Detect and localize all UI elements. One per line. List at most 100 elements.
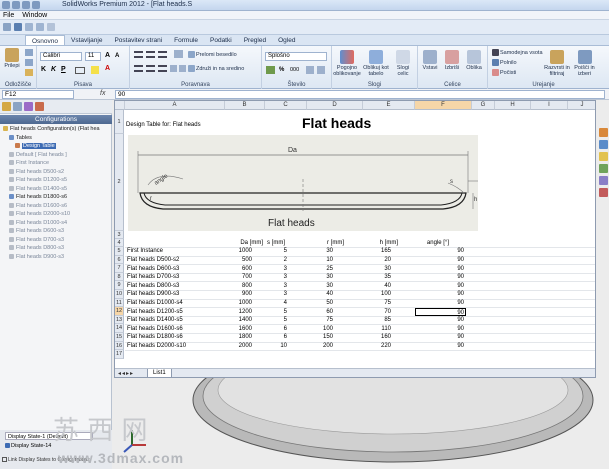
config-tree-item[interactable]: Flat heads D700-s3 <box>9 236 64 245</box>
menu-window[interactable]: Window <box>22 11 47 19</box>
value-cell-r[interactable]: 60 <box>293 308 333 316</box>
dimxpert-icon[interactable] <box>35 102 44 111</box>
cut-icon[interactable] <box>25 49 33 56</box>
config-tree-item[interactable]: Flat heads D1800-s6 <box>9 193 67 202</box>
configuration-name-cell[interactable]: Flat heads D2000-s10 <box>127 342 186 350</box>
save-icon[interactable] <box>14 23 22 31</box>
config-tree-item[interactable]: Flat heads D1200-s5 <box>9 176 67 185</box>
wrap-text-button[interactable]: Prelomi besedilo <box>188 51 237 58</box>
value-cell-r[interactable]: 30 <box>293 282 333 290</box>
value-cell-s[interactable]: 3 <box>247 265 287 273</box>
currency-icon[interactable] <box>266 66 275 74</box>
value-cell-h[interactable]: 110 <box>351 325 391 333</box>
decrease-indent-icon[interactable] <box>170 65 177 72</box>
tab-vstavljanje[interactable]: Vstavljanje <box>65 35 108 45</box>
config-tree-item[interactable]: Default [ Flat heads ] <box>9 151 67 160</box>
value-cell-s[interactable]: 3 <box>247 282 287 290</box>
column-header[interactable]: F <box>415 101 472 110</box>
column-label-cell[interactable]: h [mm] <box>348 239 398 247</box>
orientation-icon[interactable] <box>174 50 183 58</box>
value-cell-da[interactable]: 1000 <box>212 247 252 255</box>
column-header[interactable]: A <box>125 101 225 110</box>
undo-icon[interactable] <box>22 1 30 9</box>
configuration-name-cell[interactable]: Flat heads D800-s3 <box>127 282 179 290</box>
row-header[interactable]: 14 <box>115 324 124 333</box>
value-cell-h[interactable]: 220 <box>351 342 391 350</box>
value-cell-h[interactable]: 35 <box>351 273 391 281</box>
value-cell-angle[interactable]: 90 <box>424 290 464 298</box>
value-cell-h[interactable]: 85 <box>351 316 391 324</box>
column-label-cell[interactable]: r [mm] <box>294 239 344 247</box>
row-header[interactable]: 13 <box>115 315 124 325</box>
insert-cells-button[interactable]: Vstavi <box>420 50 440 71</box>
app-logo-icon[interactable] <box>2 1 10 9</box>
config-tree-item[interactable]: Flat heads D500-s2 <box>9 168 64 177</box>
value-cell-r[interactable]: 25 <box>293 265 333 273</box>
design-table-sheet[interactable]: ABCDEFGHIJ 1 2 3 4 5 6 7 8 9 10 11 12 13 14 15 16 17 Des… <box>114 100 596 378</box>
value-cell-da[interactable]: 600 <box>212 265 252 273</box>
clear-button[interactable]: Počisti <box>492 69 516 76</box>
value-cell-s[interactable]: 2 <box>247 256 287 264</box>
fx-icon[interactable]: fx <box>100 90 105 97</box>
copy-icon[interactable] <box>25 59 33 66</box>
configuration-name-cell[interactable]: Flat heads D1600-s6 <box>127 325 183 333</box>
redo-icon[interactable] <box>32 1 40 9</box>
value-cell-da[interactable]: 1600 <box>212 325 252 333</box>
row-header[interactable]: 1 <box>115 110 124 134</box>
decrease-decimal-icon[interactable] <box>317 66 325 74</box>
row-header[interactable]: 5 <box>115 247 124 256</box>
format-cells-button[interactable]: Oblika <box>464 50 484 71</box>
value-cell-s[interactable]: 5 <box>247 247 287 255</box>
value-cell-h[interactable]: 160 <box>351 333 391 341</box>
conditional-formatting-button[interactable]: Pogojno oblikovanje <box>333 50 361 77</box>
config-tree-item[interactable]: Flat heads D800-s3 <box>9 244 64 253</box>
column-header[interactable]: B <box>225 101 265 110</box>
config-tree-item[interactable]: Flat heads D900-s3 <box>9 253 64 262</box>
font-color-icon[interactable]: A <box>105 65 110 73</box>
configuration-name-cell[interactable]: Flat heads D1000-s4 <box>127 299 183 307</box>
paste-button[interactable]: Prilepi <box>2 48 22 69</box>
configuration-name-cell[interactable]: Flat heads D1400-s5 <box>127 316 183 324</box>
value-cell-s[interactable]: 10 <box>247 342 287 350</box>
value-cell-da[interactable]: 1400 <box>212 316 252 324</box>
value-cell-h[interactable]: 100 <box>351 290 391 298</box>
cell-styles-button[interactable]: Slogi celic <box>391 50 415 77</box>
sheet-tab-list1[interactable]: List1 <box>147 369 172 377</box>
align-top-icon[interactable] <box>134 51 143 58</box>
value-cell-r[interactable]: 75 <box>293 316 333 324</box>
value-cell-da[interactable]: 2000 <box>212 342 252 350</box>
value-cell-h[interactable]: 165 <box>351 247 391 255</box>
sort-filter-button[interactable]: Razvrsti in filtriraj <box>544 50 570 77</box>
save-icon[interactable] <box>12 1 20 9</box>
tab-pregled[interactable]: Pregled <box>238 35 272 45</box>
column-label-cell[interactable]: s [mm] <box>235 239 285 247</box>
column-header[interactable]: I <box>531 101 568 110</box>
value-cell-h[interactable]: 40 <box>351 282 391 290</box>
value-cell-da[interactable]: 1800 <box>212 333 252 341</box>
increase-indent-icon[interactable] <box>179 65 186 72</box>
column-header[interactable]: D <box>307 101 363 110</box>
value-cell-r[interactable]: 200 <box>293 342 333 350</box>
tab-formule[interactable]: Formule <box>168 35 204 45</box>
column-label-cell[interactable]: angle [°] <box>399 239 449 247</box>
value-cell-da[interactable]: 700 <box>212 273 252 281</box>
italic-button[interactable]: K <box>51 66 56 74</box>
autosum-button[interactable]: Samodejna vsota <box>492 49 543 56</box>
align-bottom-icon[interactable] <box>158 51 167 58</box>
configuration-manager-icon[interactable] <box>24 102 33 111</box>
align-right-icon[interactable] <box>158 65 167 72</box>
align-left-icon[interactable] <box>134 65 143 72</box>
tab-osnovno[interactable]: Osnovno <box>25 35 66 45</box>
value-cell-h[interactable]: 70 <box>351 308 391 316</box>
row-header[interactable]: 7 <box>115 264 124 273</box>
config-tree-item[interactable]: Flat heads Configuration(s) (Flat hea <box>3 125 100 134</box>
tab-ogled[interactable]: Ogled <box>272 35 301 45</box>
underline-button[interactable]: P <box>61 66 66 74</box>
number-format-select[interactable]: Splošno <box>265 52 327 61</box>
grow-font-icon[interactable]: A <box>105 52 110 60</box>
row-header[interactable]: 11 <box>115 298 124 308</box>
excel-logo-icon[interactable] <box>3 23 11 31</box>
configuration-name-cell[interactable]: Flat heads D600-s3 <box>127 265 179 273</box>
column-header[interactable]: C <box>265 101 307 110</box>
cell-a1[interactable]: Design Table for: Flat heads <box>126 121 201 129</box>
